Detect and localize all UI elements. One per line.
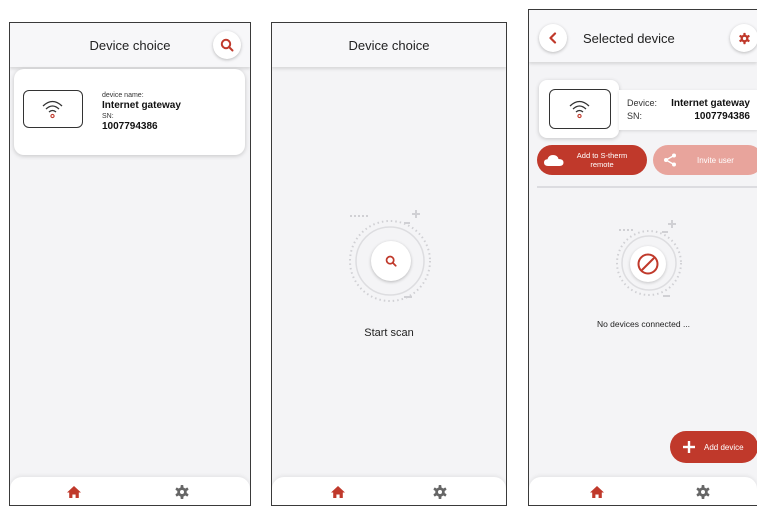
bottom-nav [529,477,757,505]
top-bar: Device choice [10,23,250,67]
search-button[interactable] [213,31,241,59]
screen-device-choice-scan: Device choice Start scan [271,22,507,506]
screen-selected-device: Selected device Device: Internet gateway… [528,9,757,506]
wifi-icon [42,100,63,119]
chevron-left-icon [549,32,557,44]
plus-icon [683,441,695,453]
device-label: Device: [627,98,658,108]
add-device-button[interactable]: Add device [670,431,757,463]
device-name-label: device name: [102,92,144,99]
settings-button[interactable] [730,24,757,52]
page-title: Selected device [583,31,675,46]
device-tile [539,80,619,138]
share-icon [664,153,676,167]
device-sn-label: SN: [102,113,114,120]
add-device-label: Add device [704,442,744,452]
add-to-remote-label: Add to S-therm remote [576,151,628,169]
search-icon [385,255,397,267]
gear-icon[interactable] [432,484,448,500]
no-devices-indicator [630,246,666,282]
prohibited-icon [637,253,659,275]
bottom-nav [10,477,250,505]
home-icon[interactable] [66,484,82,500]
add-to-remote-button[interactable]: Add to S-therm remote [537,145,647,175]
wifi-device-frame [23,90,83,128]
wifi-icon [569,100,590,119]
divider [537,186,757,188]
back-button[interactable] [539,24,567,52]
bottom-nav [272,477,506,505]
device-name: Internet gateway [671,98,750,109]
device-info-panel: Device: Internet gateway SN: 1007794386 [619,90,757,130]
gear-icon [738,32,750,44]
page-title: Device choice [89,37,171,53]
device-sn-label: SN: [627,111,643,121]
gear-icon[interactable] [174,484,190,500]
device-name: Internet gateway [102,100,181,111]
device-card[interactable]: device name: Internet gateway SN: 100779… [14,69,245,155]
gear-icon[interactable] [695,484,711,500]
wifi-device-frame [549,89,611,129]
top-bar: Selected device [529,10,757,62]
screen-device-choice-list: Device choice device name: Internet gate… [9,22,251,506]
start-scan-label[interactable]: Start scan [272,327,506,339]
invite-user-label: Invite user [697,155,734,165]
device-sn: 1007794386 [102,121,158,132]
empty-state-label: No devices connected ... [596,319,691,329]
home-icon[interactable] [330,484,346,500]
home-icon[interactable] [589,484,605,500]
invite-user-button[interactable]: Invite user [653,145,757,175]
top-bar: Device choice [272,23,506,67]
cloud-icon [544,155,564,166]
device-sn: 1007794386 [694,111,750,122]
search-icon [220,38,234,52]
page-title: Device choice [348,37,430,53]
start-scan-button[interactable] [371,241,411,281]
